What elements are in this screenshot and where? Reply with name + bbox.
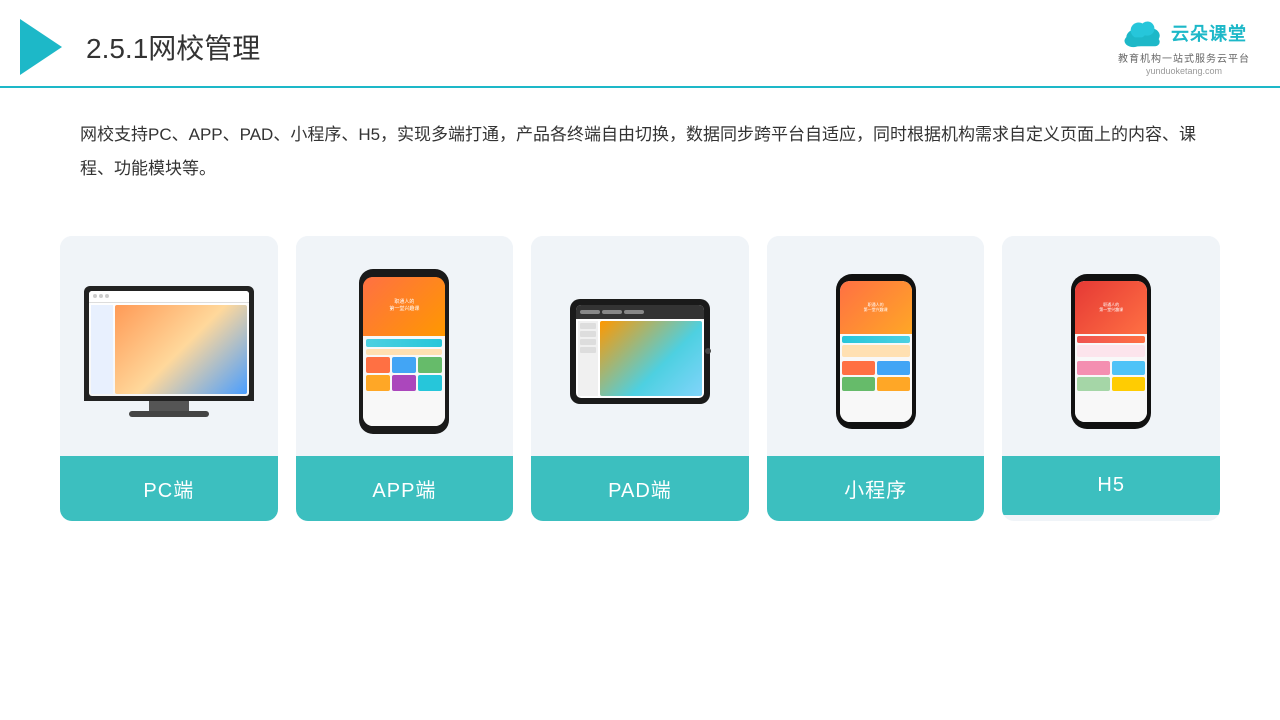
card-pc: PC端 — [60, 236, 278, 521]
card-pad-image — [531, 236, 749, 456]
logo-cloud: 云朵课堂 — [1121, 18, 1247, 48]
logo-area: 云朵课堂 教育机构一站式服务云平台 yunduoketang.com — [1118, 18, 1250, 76]
logo-text: 云朵课堂 — [1171, 20, 1247, 46]
header: 2.5.1网校管理 云朵课堂 教育机构一站式服务云平台 yunduoketang… — [0, 0, 1280, 88]
title-main: 网校管理 — [148, 33, 260, 64]
card-pad: PAD端 — [531, 236, 749, 521]
page-title: 2.5.1网校管理 — [86, 27, 260, 67]
card-app-label: APP端 — [296, 456, 514, 521]
card-h5-label: H5 — [1002, 456, 1220, 515]
cloud-logo-icon — [1121, 18, 1165, 48]
device-pc — [84, 286, 254, 417]
device-app-phone: 职通人的第一堂兴趣课 — [359, 269, 449, 434]
card-miniapp: 职通人的第一堂兴趣课 — [767, 236, 985, 521]
logo-domain: yunduoketang.com — [1146, 66, 1222, 76]
device-h5-phone: 职通人的第一堂兴趣课 — [1071, 274, 1151, 429]
card-h5: 职通人的第一堂兴趣课 — [1002, 236, 1220, 521]
card-h5-image: 职通人的第一堂兴趣课 — [1002, 236, 1220, 456]
play-icon — [20, 19, 62, 75]
card-app-image: 职通人的第一堂兴趣课 — [296, 236, 514, 456]
device-pad — [570, 299, 710, 404]
card-pc-label: PC端 — [60, 456, 278, 521]
title-prefix: 2.5.1 — [86, 33, 148, 64]
header-left: 2.5.1网校管理 — [20, 19, 260, 75]
card-app: 职通人的第一堂兴趣课 — [296, 236, 514, 521]
card-pc-image — [60, 236, 278, 456]
card-pad-label: PAD端 — [531, 456, 749, 521]
logo-sub: 教育机构一站式服务云平台 — [1118, 50, 1250, 65]
card-miniapp-image: 职通人的第一堂兴趣课 — [767, 236, 985, 456]
description-text: 网校支持PC、APP、PAD、小程序、H5，实现多端打通，产品各终端自由切换，数… — [0, 88, 1280, 196]
device-miniapp-phone: 职通人的第一堂兴趣课 — [836, 274, 916, 429]
cards-container: PC端 职通人的第一堂兴趣课 — [0, 206, 1280, 551]
card-miniapp-label: 小程序 — [767, 456, 985, 521]
